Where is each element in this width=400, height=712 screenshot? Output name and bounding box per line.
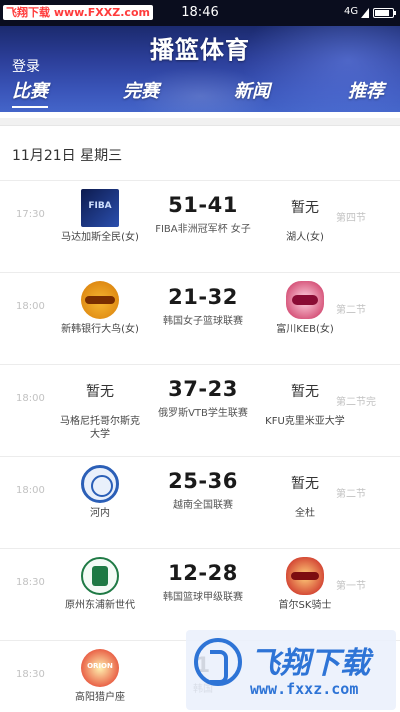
away-team-name: 富川KEB(女) (276, 324, 334, 335)
league-name: FIBA非洲冠军杯 女子 (155, 224, 251, 235)
away-team-name: 首尔SK骑士 (278, 600, 332, 611)
status-time: 18:46 (181, 5, 219, 20)
match-center: 12-28 韩国篮球甲级联赛 (148, 561, 258, 604)
league-name: 越南全国联赛 (173, 500, 233, 511)
home-team-name: 原州东浦新世代 (65, 600, 135, 611)
watermark-url: www.fxxz.com (250, 680, 359, 698)
match-score: 25-36 (168, 469, 238, 493)
watermark-logo-icon (194, 638, 242, 686)
league-name: 韩国女子篮球联赛 (163, 316, 243, 327)
home-team: 河内 (58, 465, 142, 520)
match-time: 17:30 (16, 209, 45, 220)
match-score: 51-41 (168, 193, 238, 217)
match-time: 18:30 (16, 577, 45, 588)
shinhan-bank-logo (81, 281, 119, 319)
away-team: 暂无 全杜 (263, 465, 347, 520)
match-row[interactable]: 18:00 暂无 马格尼托哥尔斯克大学 37-23 俄罗斯VTB学生联赛 暂无 … (0, 364, 400, 450)
home-team: 暂无 马格尼托哥尔斯克大学 (58, 373, 142, 441)
date-label: 11月21日 星期三 (12, 148, 123, 164)
hanoi-logo (81, 465, 119, 503)
home-team: 高阳猎户座 (58, 649, 142, 704)
orion-logo (81, 649, 119, 687)
home-team-name: 河内 (90, 508, 110, 519)
no-logo-label: 暂无 (291, 200, 319, 216)
match-time: 18:00 (16, 301, 45, 312)
no-logo-label: 暂无 (291, 384, 319, 400)
match-status: 第二节 (336, 489, 366, 500)
date-header: 11月21日 星期三 (0, 112, 400, 180)
match-status: 第二节 (336, 305, 366, 316)
match-center: 25-36 越南全国联赛 (148, 469, 258, 512)
sk-knights-logo (286, 557, 324, 595)
watermark-brand: 飞翔下载 (250, 646, 370, 681)
match-status: 第二节完 (336, 397, 376, 408)
away-team-name: 湖人(女) (286, 232, 324, 243)
home-team-name: 新韩银行大鸟(女) (61, 324, 139, 335)
match-center: 37-23 俄罗斯VTB学生联赛 (148, 377, 258, 420)
home-team-name: 马格尼托哥尔斯克大学 (60, 416, 140, 440)
no-logo-label: 暂无 (86, 384, 114, 400)
match-row[interactable]: 18:30 原州东浦新世代 12-28 韩国篮球甲级联赛 首尔SK骑士 第一节 (0, 548, 400, 634)
away-team-name: 全杜 (295, 508, 315, 519)
league-name: 韩国篮球甲级联赛 (163, 592, 243, 603)
away-team: 暂无 KFU克里米亚大学 (263, 373, 347, 428)
away-team: 暂无 湖人(女) (263, 189, 347, 244)
fiba-icon (81, 189, 119, 227)
app-title: 播篮体育 (150, 36, 250, 64)
home-team-name: 马达加斯全民(女) (61, 232, 139, 243)
network-label: 4G (344, 6, 359, 17)
match-score: 12-28 (168, 561, 238, 585)
match-time: 18:00 (16, 393, 45, 404)
match-row[interactable]: 18:00 河内 25-36 越南全国联赛 暂无 全杜 第二节 (0, 456, 400, 542)
match-status: 第四节 (336, 213, 366, 224)
match-center: 21-32 韩国女子篮球联赛 (148, 285, 258, 328)
app-header: 播篮体育 登录 比赛 完赛 新闻 推荐 (0, 26, 400, 112)
match-time: 18:30 (16, 669, 45, 680)
no-logo-label: 暂无 (291, 476, 319, 492)
away-team: 富川KEB(女) (263, 281, 347, 336)
league-name: 俄罗斯VTB学生联赛 (158, 408, 248, 419)
app-screen: 飞翔下载 www.FXXZ.com 18:46 4G 播篮体育 登录 比赛 完赛… (0, 0, 400, 712)
tab-finished[interactable]: 完赛 (123, 77, 159, 103)
match-center: 51-41 FIBA非洲冠军杯 女子 (148, 193, 258, 236)
home-team: 马达加斯全民(女) (58, 189, 142, 244)
match-time: 18:00 (16, 485, 45, 496)
signal-icon (361, 8, 369, 18)
section-divider (0, 118, 400, 126)
match-score: 37-23 (168, 377, 238, 401)
match-score: 21-32 (168, 285, 238, 309)
watermark-overlay: 飞翔下载 www.fxxz.com (186, 630, 396, 710)
home-team: 新韩银行大鸟(女) (58, 281, 142, 336)
match-row[interactable]: 17:30 马达加斯全民(女) 51-41 FIBA非洲冠军杯 女子 暂无 湖人… (0, 180, 400, 266)
match-status: 第一节 (336, 581, 366, 592)
away-team-name: KFU克里米亚大学 (265, 416, 345, 427)
battery-level (375, 10, 389, 16)
match-row[interactable]: 18:00 新韩银行大鸟(女) 21-32 韩国女子篮球联赛 富川KEB(女) … (0, 272, 400, 358)
status-bar: 飞翔下载 www.FXXZ.com 18:46 4G (0, 0, 400, 26)
login-link[interactable]: 登录 (12, 56, 40, 76)
kb-stars-logo (286, 281, 324, 319)
wonju-logo (81, 557, 119, 595)
tab-news[interactable]: 新闻 (234, 77, 270, 103)
tab-matches[interactable]: 比赛 (12, 77, 48, 108)
tab-bar: 比赛 完赛 新闻 推荐 (0, 77, 400, 108)
battery-icon (373, 8, 396, 18)
home-team: 原州东浦新世代 (58, 557, 142, 612)
home-team-name: 高阳猎户座 (75, 692, 125, 703)
away-team: 首尔SK骑士 (263, 557, 347, 612)
tab-recommend[interactable]: 推荐 (348, 77, 384, 103)
